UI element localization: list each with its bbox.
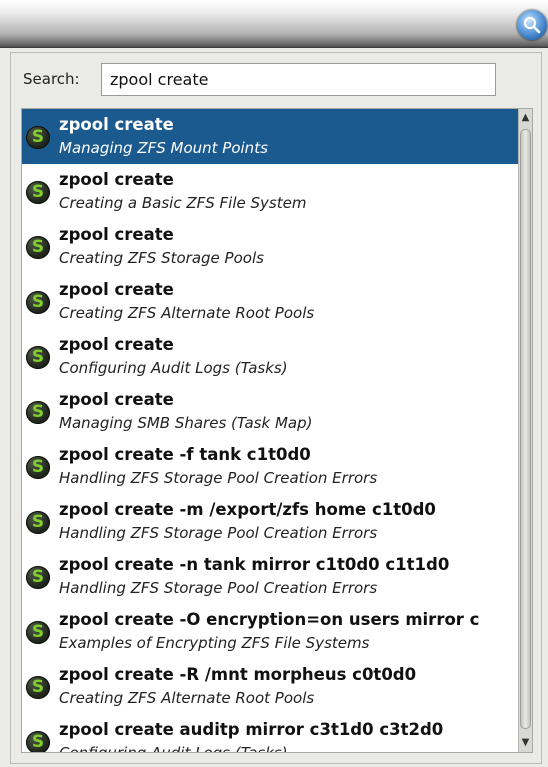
script-s-icon: S <box>26 621 50 644</box>
script-s-icon: S <box>26 731 50 752</box>
result-command: zpool create <box>59 335 174 354</box>
result-row[interactable]: Szpool create -f tank c1t0d0 Handling ZFS… <box>22 439 519 494</box>
result-row[interactable]: Szpool create Configuring Audit Logs (Tas… <box>22 329 519 384</box>
result-command: zpool create <box>59 390 174 409</box>
script-s-icon: S <box>26 236 50 259</box>
result-topic: Handling ZFS Storage Pool Creation Error… <box>59 579 378 597</box>
result-row[interactable]: Szpool create auditp mirror c3t1d0 c3t2d… <box>22 714 519 753</box>
script-s-icon: S <box>26 346 50 369</box>
result-command: zpool create -n tank mirror c1t0d0 c1t1d… <box>59 555 450 574</box>
script-s-icon: S <box>26 676 50 699</box>
result-row[interactable]: Szpool create -R /mnt morpheus c0t0d0 Cre… <box>22 659 519 714</box>
result-command: zpool create -O encryption=on users mirr… <box>59 610 480 629</box>
script-s-icon: S <box>26 401 50 424</box>
search-icon[interactable] <box>517 10 547 40</box>
script-s-icon: S <box>26 456 50 479</box>
script-s-icon: S <box>26 291 50 314</box>
script-s-glyph: S <box>31 347 45 367</box>
script-s-glyph: S <box>31 402 45 422</box>
result-topic: Managing SMB Shares (Task Map) <box>59 414 313 432</box>
result-row[interactable]: Szpool create Creating ZFS Storage Pools <box>22 219 519 274</box>
script-s-glyph: S <box>31 237 45 257</box>
result-topic: Examples of Encrypting ZFS File Systems <box>59 634 370 652</box>
scroll-thumb[interactable] <box>520 129 531 729</box>
script-s-glyph: S <box>31 732 45 752</box>
script-s-glyph: S <box>31 567 45 587</box>
script-s-glyph: S <box>31 182 45 202</box>
result-command: zpool create <box>59 170 174 189</box>
search-input[interactable] <box>101 63 496 96</box>
result-command: zpool create -m /export/zfs home c1t0d0 <box>59 500 436 519</box>
script-s-glyph: S <box>31 677 45 697</box>
script-s-glyph: S <box>31 512 45 532</box>
scroll-down-button[interactable]: ▼ <box>519 734 532 752</box>
scroll-up-button[interactable]: ▲ <box>519 109 532 127</box>
scrollbar[interactable]: ▲ ▼ <box>518 109 532 752</box>
result-topic: Creating a Basic ZFS File System <box>59 194 307 212</box>
script-s-glyph: S <box>31 127 45 147</box>
result-command: zpool create -f tank c1t0d0 <box>59 445 311 464</box>
result-row[interactable]: Szpool create Creating ZFS Alternate Root… <box>22 274 519 329</box>
result-topic: Configuring Audit Logs (Tasks) <box>59 744 288 753</box>
result-topic: Creating ZFS Alternate Root Pools <box>59 304 315 322</box>
script-s-glyph: S <box>31 457 45 477</box>
result-row[interactable]: Szpool create Creating a Basic ZFS File S… <box>22 164 519 219</box>
result-command: zpool create <box>59 225 174 244</box>
result-command: zpool create -R /mnt morpheus c0t0d0 <box>59 665 417 684</box>
result-row[interactable]: Szpool create -m /export/zfs home c1t0d0… <box>22 494 519 549</box>
result-topic: Creating ZFS Alternate Root Pools <box>59 689 315 707</box>
search-panel: Search: Szpool create Managing ZFS Mount … <box>10 52 542 764</box>
script-s-icon: S <box>26 126 50 149</box>
results-list[interactable]: Szpool create Managing ZFS Mount Points Sz… <box>21 108 533 753</box>
result-topic: Managing ZFS Mount Points <box>59 139 268 157</box>
result-topic: Configuring Audit Logs (Tasks) <box>59 359 288 377</box>
result-topic: Handling ZFS Storage Pool Creation Error… <box>59 524 378 542</box>
result-topic: Handling ZFS Storage Pool Creation Error… <box>59 469 378 487</box>
results-rows: Szpool create Managing ZFS Mount Points Sz… <box>22 109 519 753</box>
result-command: zpool create <box>59 280 174 299</box>
result-row[interactable]: Szpool create Managing SMB Shares (Task M… <box>22 384 519 439</box>
search-row: Search: <box>11 53 541 105</box>
result-command: zpool create <box>59 115 174 134</box>
script-s-glyph: S <box>31 622 45 642</box>
search-label: Search: <box>23 70 80 88</box>
result-row[interactable]: Szpool create -n tank mirror c1t0d0 c1t1… <box>22 549 519 604</box>
result-topic: Creating ZFS Storage Pools <box>59 249 264 267</box>
script-s-icon: S <box>26 181 50 204</box>
result-row[interactable]: Szpool create Managing ZFS Mount Points <box>22 109 519 164</box>
script-s-glyph: S <box>31 292 45 312</box>
result-row[interactable]: Szpool create -O encryption=on users mir… <box>22 604 519 659</box>
top-toolbar <box>0 0 548 48</box>
result-command: zpool create auditp mirror c3t1d0 c3t2d0 <box>59 720 444 739</box>
script-s-icon: S <box>26 511 50 534</box>
script-s-icon: S <box>26 566 50 589</box>
